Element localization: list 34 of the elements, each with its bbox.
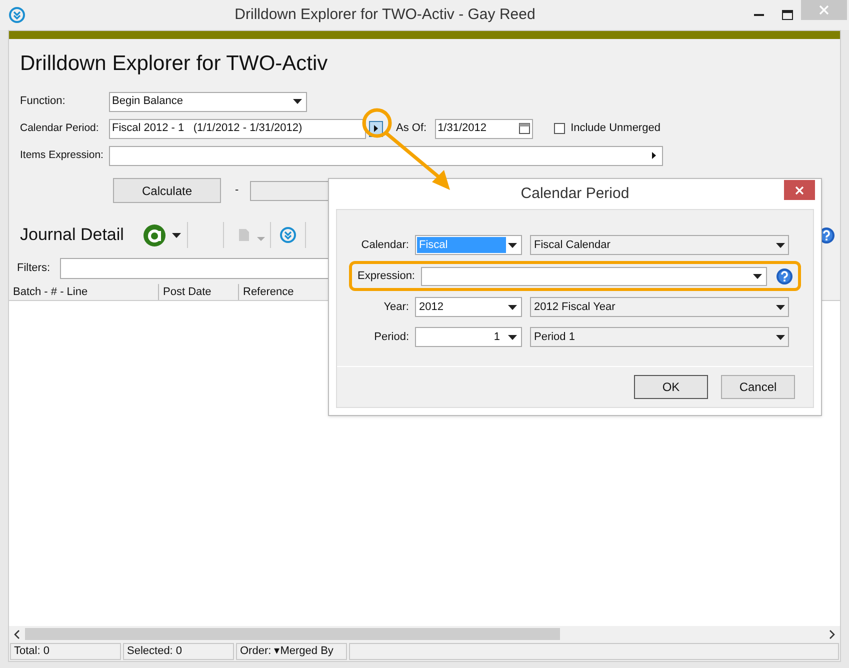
function-label: Function: — [19, 94, 66, 110]
include-unmerged-label: Include Unmerged — [570, 121, 660, 136]
dropdown-value: 1 — [492, 330, 501, 345]
value-dropdown[interactable]: 1 — [415, 327, 522, 347]
as-of-label: As Of: — [396, 121, 427, 136]
dialog-button[interactable]: OK — [634, 375, 708, 399]
dialog-button[interactable]: Cancel — [721, 375, 795, 399]
field-label: Period: — [373, 330, 410, 345]
dropdown-value: Fiscal — [417, 237, 506, 253]
calculate-button[interactable]: Calculate — [113, 178, 221, 203]
field-label: Calendar: — [360, 238, 410, 253]
description-dropdown[interactable]: 2012 Fiscal Year — [530, 297, 789, 317]
function-dropdown[interactable]: Begin Balance — [109, 92, 307, 112]
filters-label: Filters: — [17, 260, 51, 276]
column-header[interactable]: Post Date — [159, 284, 239, 300]
section-heading: Journal Detail — [20, 224, 125, 246]
column-header[interactable]: Batch - # - Line — [9, 284, 159, 300]
app-heading: Drilldown Explorer for TWO-Activ — [20, 51, 329, 77]
calendar-period-field[interactable]: Fiscal 2012 - 1 (1/1/2012 - 1/31/2012) — [109, 118, 366, 138]
items-expression-label: Items Expression: — [19, 148, 104, 163]
description-dropdown[interactable]: Fiscal Calendar — [530, 235, 789, 255]
as-of-date-field[interactable]: 1/31/2012 — [434, 118, 533, 138]
status-bar-panel: Total: 0 — [10, 643, 121, 660]
dialog-title: Calendar Period — [520, 184, 630, 204]
separator-dash: - — [235, 183, 239, 198]
description-dropdown[interactable]: Period 1 — [530, 327, 789, 347]
calendar-period-label: Calendar Period: — [19, 120, 100, 136]
status-bar-panel: Selected: 0 — [123, 643, 234, 660]
field-label: Expression: — [356, 268, 416, 284]
status-bar-panel: Order: ▾Merged By — [236, 643, 347, 660]
window-title: Drilldown Explorer for TWO-Activ - Gay Reed — [234, 4, 536, 25]
value-dropdown[interactable]: 2012 — [415, 297, 522, 317]
dropdown-value: 2012 — [418, 300, 444, 315]
field-label: Year: — [382, 300, 410, 315]
